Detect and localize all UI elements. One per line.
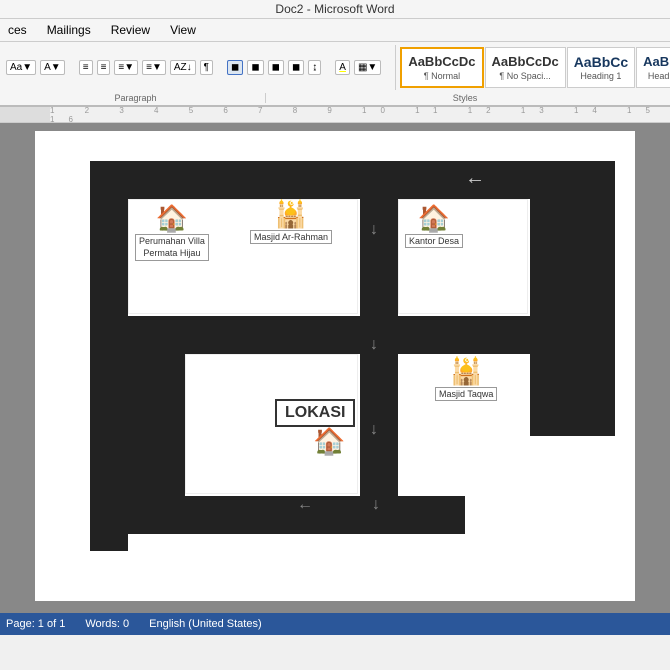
masjid-ar-rahman-location: 🕌 Masjid Ar-Rahman <box>250 199 332 244</box>
styles-section: AaBbCcDc ¶ Normal AaBbCcDc ¶ No Spaci...… <box>395 45 670 90</box>
masjid-ar-rahman-label: Masjid Ar-Rahman <box>250 230 332 244</box>
status-bar: Page: 1 of 1 Words: 0 English (United St… <box>0 613 670 635</box>
title-bar: Doc2 - Microsoft Word <box>0 0 670 19</box>
kantor-desa-location: 🏠 Kantor Desa <box>405 203 463 248</box>
menu-bar: ces Mailings Review View <box>0 19 670 42</box>
kantor-desa-label: Kantor Desa <box>405 234 463 248</box>
word-count: Words: 0 <box>85 618 129 630</box>
road-stub-left <box>90 316 185 534</box>
perumahan-house-icon: 🏠 <box>135 203 209 234</box>
menu-view[interactable]: View <box>166 21 200 39</box>
document-area: ← ↓ ↓ ↓ ← ↓ 🏠 Perumahan VillaPermata Hij… <box>0 123 670 613</box>
menu-mailings[interactable]: Mailings <box>43 21 95 39</box>
arrow-down-2: ↓ <box>370 336 378 354</box>
decrease-indent-btn[interactable]: ≡▼ <box>142 60 166 75</box>
numbered-list-btn[interactable]: ≡ <box>97 60 111 75</box>
ribbon-row: Aa▼ A▼ ≡ ≡ ≡▼ ≡▼ AZ↓ ¶ ◼ ◼ ◼ ◼ ↨ A ▦▼ Aa… <box>0 42 670 93</box>
perumahan-label: Perumahan VillaPermata Hijau <box>135 234 209 261</box>
ruler: 1 2 3 4 5 6 7 8 9 10 11 12 13 14 15 16 <box>0 107 670 123</box>
arrow-bottom-left: ← <box>297 496 313 514</box>
lokasi-box: LOKASI <box>275 399 355 427</box>
line-spacing-btn[interactable]: ↨ <box>308 60 321 75</box>
indent-marker <box>0 107 50 123</box>
masjid-taqwa-icon: 🕌 <box>435 356 497 387</box>
word-page: ← ↓ ↓ ↓ ← ↓ 🏠 Perumahan VillaPermata Hij… <box>35 131 635 601</box>
show-marks-btn[interactable]: ¶ <box>200 60 213 75</box>
font-dropdown[interactable]: Aa▼ <box>6 60 36 75</box>
align-left-btn[interactable]: ◼ <box>227 60 243 75</box>
page-info: Page: 1 of 1 <box>6 618 65 630</box>
border-btn[interactable]: ▦▼ <box>354 60 381 75</box>
ribbon: Aa▼ A▼ ≡ ≡ ≡▼ ≡▼ AZ↓ ¶ ◼ ◼ ◼ ◼ ↨ A ▦▼ Aa… <box>0 42 670 107</box>
arrow-bottom-down: ↓ <box>372 496 380 514</box>
styles-label: Styles <box>266 93 664 103</box>
font-size-dropdown[interactable]: A▼ <box>40 60 65 75</box>
lokasi-house-icon: 🏠 <box>313 426 345 457</box>
style-heading1[interactable]: AaBbCc Heading 1 <box>567 47 635 88</box>
align-right-btn[interactable]: ◼ <box>268 60 284 75</box>
section-labels: Paragraph Styles <box>0 93 670 105</box>
perumahan-location: 🏠 Perumahan VillaPermata Hijau <box>135 203 209 261</box>
style-no-spacing[interactable]: AaBbCcDc ¶ No Spaci... <box>485 47 566 88</box>
road-h-bottom <box>185 496 465 534</box>
arrow-top-left: ← <box>465 167 485 190</box>
style-normal[interactable]: AaBbCcDc ¶ Normal <box>400 47 483 88</box>
align-center-btn[interactable]: ◼ <box>247 60 263 75</box>
road-v-right <box>530 161 615 436</box>
masjid-taqwa-label: Masjid Taqwa <box>435 387 497 401</box>
sort-btn[interactable]: AZ↓ <box>170 60 196 75</box>
arrow-down-1: ↓ <box>370 221 378 239</box>
style-heading2[interactable]: AaBbCc Heading 2 <box>636 47 670 88</box>
masjid-ar-rahman-icon: 🕌 <box>250 199 332 230</box>
bullet-list-btn[interactable]: ≡ <box>79 60 93 75</box>
kantor-desa-icon: 🏠 <box>405 203 463 234</box>
title-text: Doc2 - Microsoft Word <box>275 2 394 16</box>
language-info: English (United States) <box>149 618 262 630</box>
shading-btn[interactable]: A <box>335 60 350 75</box>
paragraph-label: Paragraph <box>6 93 266 103</box>
masjid-taqwa-location: 🕌 Masjid Taqwa <box>435 356 497 401</box>
menu-ces[interactable]: ces <box>4 21 31 39</box>
map-container: ← ↓ ↓ ↓ ← ↓ 🏠 Perumahan VillaPermata Hij… <box>65 141 615 571</box>
menu-review[interactable]: Review <box>107 21 154 39</box>
multilevel-list-btn[interactable]: ≡▼ <box>114 60 138 75</box>
align-justify-btn[interactable]: ◼ <box>288 60 304 75</box>
arrow-down-3: ↓ <box>370 421 378 439</box>
